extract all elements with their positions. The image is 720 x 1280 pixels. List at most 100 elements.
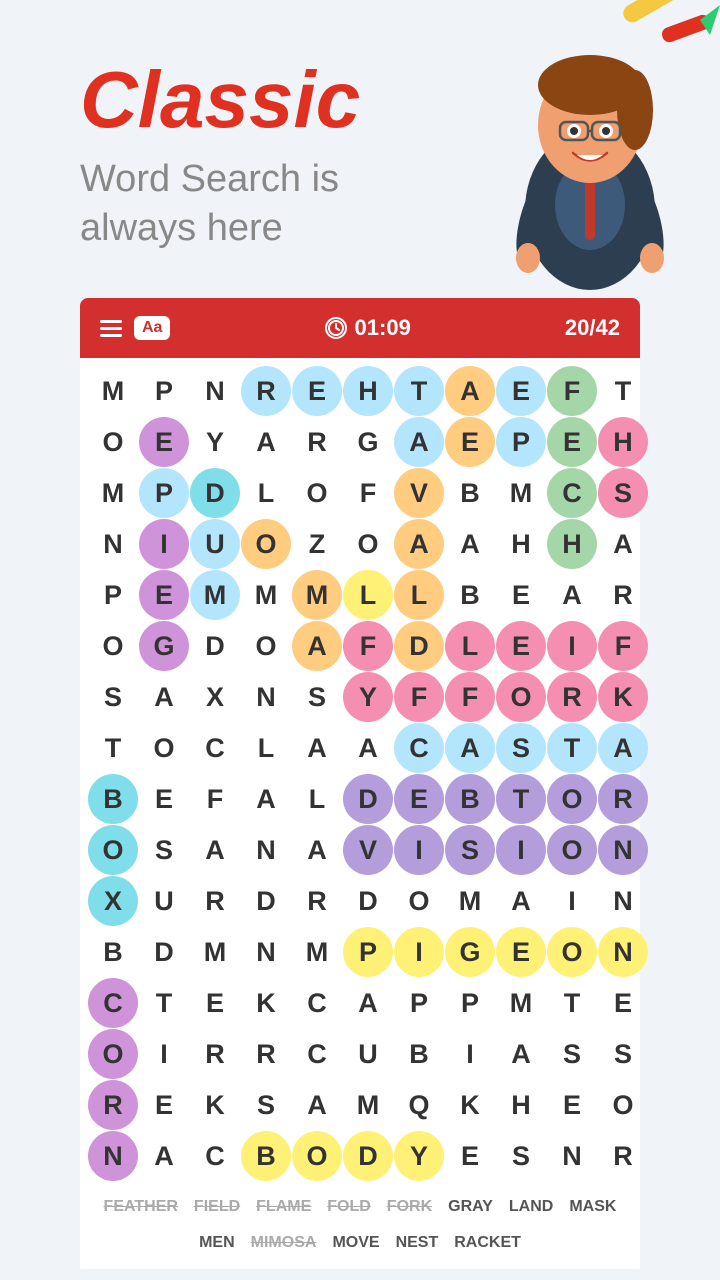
grid-cell[interactable]: H <box>496 519 546 569</box>
grid-cell[interactable]: T <box>547 978 597 1028</box>
grid-cell[interactable]: X <box>190 672 240 722</box>
grid-cell[interactable]: I <box>394 927 444 977</box>
grid-cell[interactable]: R <box>292 876 342 926</box>
grid-cell[interactable]: N <box>241 825 291 875</box>
grid-cell[interactable]: E <box>292 366 342 416</box>
grid-cell[interactable]: E <box>139 774 189 824</box>
grid-cell[interactable]: A <box>445 366 495 416</box>
grid-cell[interactable]: I <box>547 621 597 671</box>
grid-cell[interactable]: I <box>496 825 546 875</box>
grid-cell[interactable]: V <box>394 468 444 518</box>
grid-cell[interactable]: L <box>445 621 495 671</box>
grid-cell[interactable]: S <box>547 1029 597 1079</box>
grid-cell[interactable]: F <box>190 774 240 824</box>
grid-cell[interactable]: C <box>394 723 444 773</box>
grid-cell[interactable]: R <box>598 570 648 620</box>
grid-cell[interactable]: A <box>445 723 495 773</box>
grid-cell[interactable]: B <box>88 774 138 824</box>
grid-cell[interactable]: A <box>292 1080 342 1130</box>
grid-cell[interactable]: M <box>496 978 546 1028</box>
grid-cell[interactable]: F <box>394 672 444 722</box>
grid-cell[interactable]: D <box>343 1131 393 1181</box>
grid-cell[interactable]: D <box>190 621 240 671</box>
grid-cell[interactable]: S <box>598 468 648 518</box>
grid-cell[interactable]: S <box>496 723 546 773</box>
grid-cell[interactable]: R <box>598 1131 648 1181</box>
grid-cell[interactable]: A <box>445 519 495 569</box>
grid-cell[interactable]: B <box>445 774 495 824</box>
grid-cell[interactable]: A <box>292 825 342 875</box>
grid-cell[interactable]: E <box>139 1080 189 1130</box>
grid-cell[interactable]: Y <box>190 417 240 467</box>
menu-button[interactable] <box>100 320 122 337</box>
grid-cell[interactable]: A <box>496 876 546 926</box>
grid-cell[interactable]: D <box>343 774 393 824</box>
grid-cell[interactable]: D <box>241 876 291 926</box>
grid-cell[interactable]: B <box>445 570 495 620</box>
grid-cell[interactable]: I <box>139 519 189 569</box>
grid-cell[interactable]: O <box>292 1131 342 1181</box>
grid-cell[interactable]: T <box>139 978 189 1028</box>
grid-cell[interactable]: M <box>190 927 240 977</box>
grid-cell[interactable]: U <box>139 876 189 926</box>
grid-cell[interactable]: T <box>598 366 648 416</box>
grid-cell[interactable]: E <box>139 417 189 467</box>
grid-cell[interactable]: C <box>190 723 240 773</box>
grid-cell[interactable]: H <box>547 519 597 569</box>
grid-cell[interactable]: A <box>394 519 444 569</box>
grid-cell[interactable]: F <box>343 468 393 518</box>
grid-cell[interactable]: E <box>190 978 240 1028</box>
grid-cell[interactable]: A <box>343 978 393 1028</box>
grid-cell[interactable]: Y <box>343 672 393 722</box>
grid-cell[interactable]: S <box>598 1029 648 1079</box>
grid-cell[interactable]: K <box>190 1080 240 1130</box>
grid-cell[interactable]: H <box>343 366 393 416</box>
grid-cell[interactable]: O <box>343 519 393 569</box>
grid-cell[interactable]: I <box>445 1029 495 1079</box>
grid-cell[interactable]: N <box>190 366 240 416</box>
grid-cell[interactable]: Q <box>394 1080 444 1130</box>
grid-cell[interactable]: O <box>547 825 597 875</box>
grid-cell[interactable]: M <box>292 570 342 620</box>
grid-cell[interactable]: R <box>598 774 648 824</box>
grid-cell[interactable]: L <box>343 570 393 620</box>
grid-cell[interactable]: P <box>445 978 495 1028</box>
grid-cell[interactable]: C <box>292 978 342 1028</box>
letter-grid[interactable]: MPNREHTAEFTOEYARGAEPEHMPDLOFVBMCSNIUOZOA… <box>88 366 632 1181</box>
grid-cell[interactable]: S <box>445 825 495 875</box>
grid-cell[interactable]: A <box>241 774 291 824</box>
grid-cell[interactable]: O <box>88 1029 138 1079</box>
grid-cell[interactable]: D <box>190 468 240 518</box>
grid-cell[interactable]: B <box>88 927 138 977</box>
grid-cell[interactable]: L <box>292 774 342 824</box>
grid-cell[interactable]: M <box>445 876 495 926</box>
grid-cell[interactable]: N <box>598 825 648 875</box>
grid-cell[interactable]: P <box>496 417 546 467</box>
grid-cell[interactable]: E <box>496 570 546 620</box>
grid-cell[interactable]: E <box>394 774 444 824</box>
grid-cell[interactable]: E <box>445 1131 495 1181</box>
grid-cell[interactable]: I <box>139 1029 189 1079</box>
grid-cell[interactable]: E <box>547 417 597 467</box>
grid-cell[interactable]: P <box>343 927 393 977</box>
grid-cell[interactable]: R <box>241 366 291 416</box>
grid-cell[interactable]: A <box>139 1131 189 1181</box>
grid-cell[interactable]: M <box>241 570 291 620</box>
word-search-grid[interactable]: MPNREHTAEFTOEYARGAEPEHMPDLOFVBMCSNIUOZOA… <box>80 358 640 1189</box>
grid-cell[interactable]: S <box>292 672 342 722</box>
grid-cell[interactable]: O <box>394 876 444 926</box>
grid-cell[interactable]: R <box>547 672 597 722</box>
grid-cell[interactable]: N <box>241 672 291 722</box>
grid-cell[interactable]: E <box>139 570 189 620</box>
grid-cell[interactable]: P <box>88 570 138 620</box>
grid-cell[interactable]: O <box>88 825 138 875</box>
grid-cell[interactable]: B <box>445 468 495 518</box>
grid-cell[interactable]: X <box>88 876 138 926</box>
grid-cell[interactable]: O <box>547 927 597 977</box>
grid-cell[interactable]: M <box>190 570 240 620</box>
grid-cell[interactable]: N <box>598 876 648 926</box>
grid-cell[interactable]: S <box>139 825 189 875</box>
grid-cell[interactable]: B <box>241 1131 291 1181</box>
grid-cell[interactable]: E <box>496 621 546 671</box>
grid-cell[interactable]: T <box>496 774 546 824</box>
